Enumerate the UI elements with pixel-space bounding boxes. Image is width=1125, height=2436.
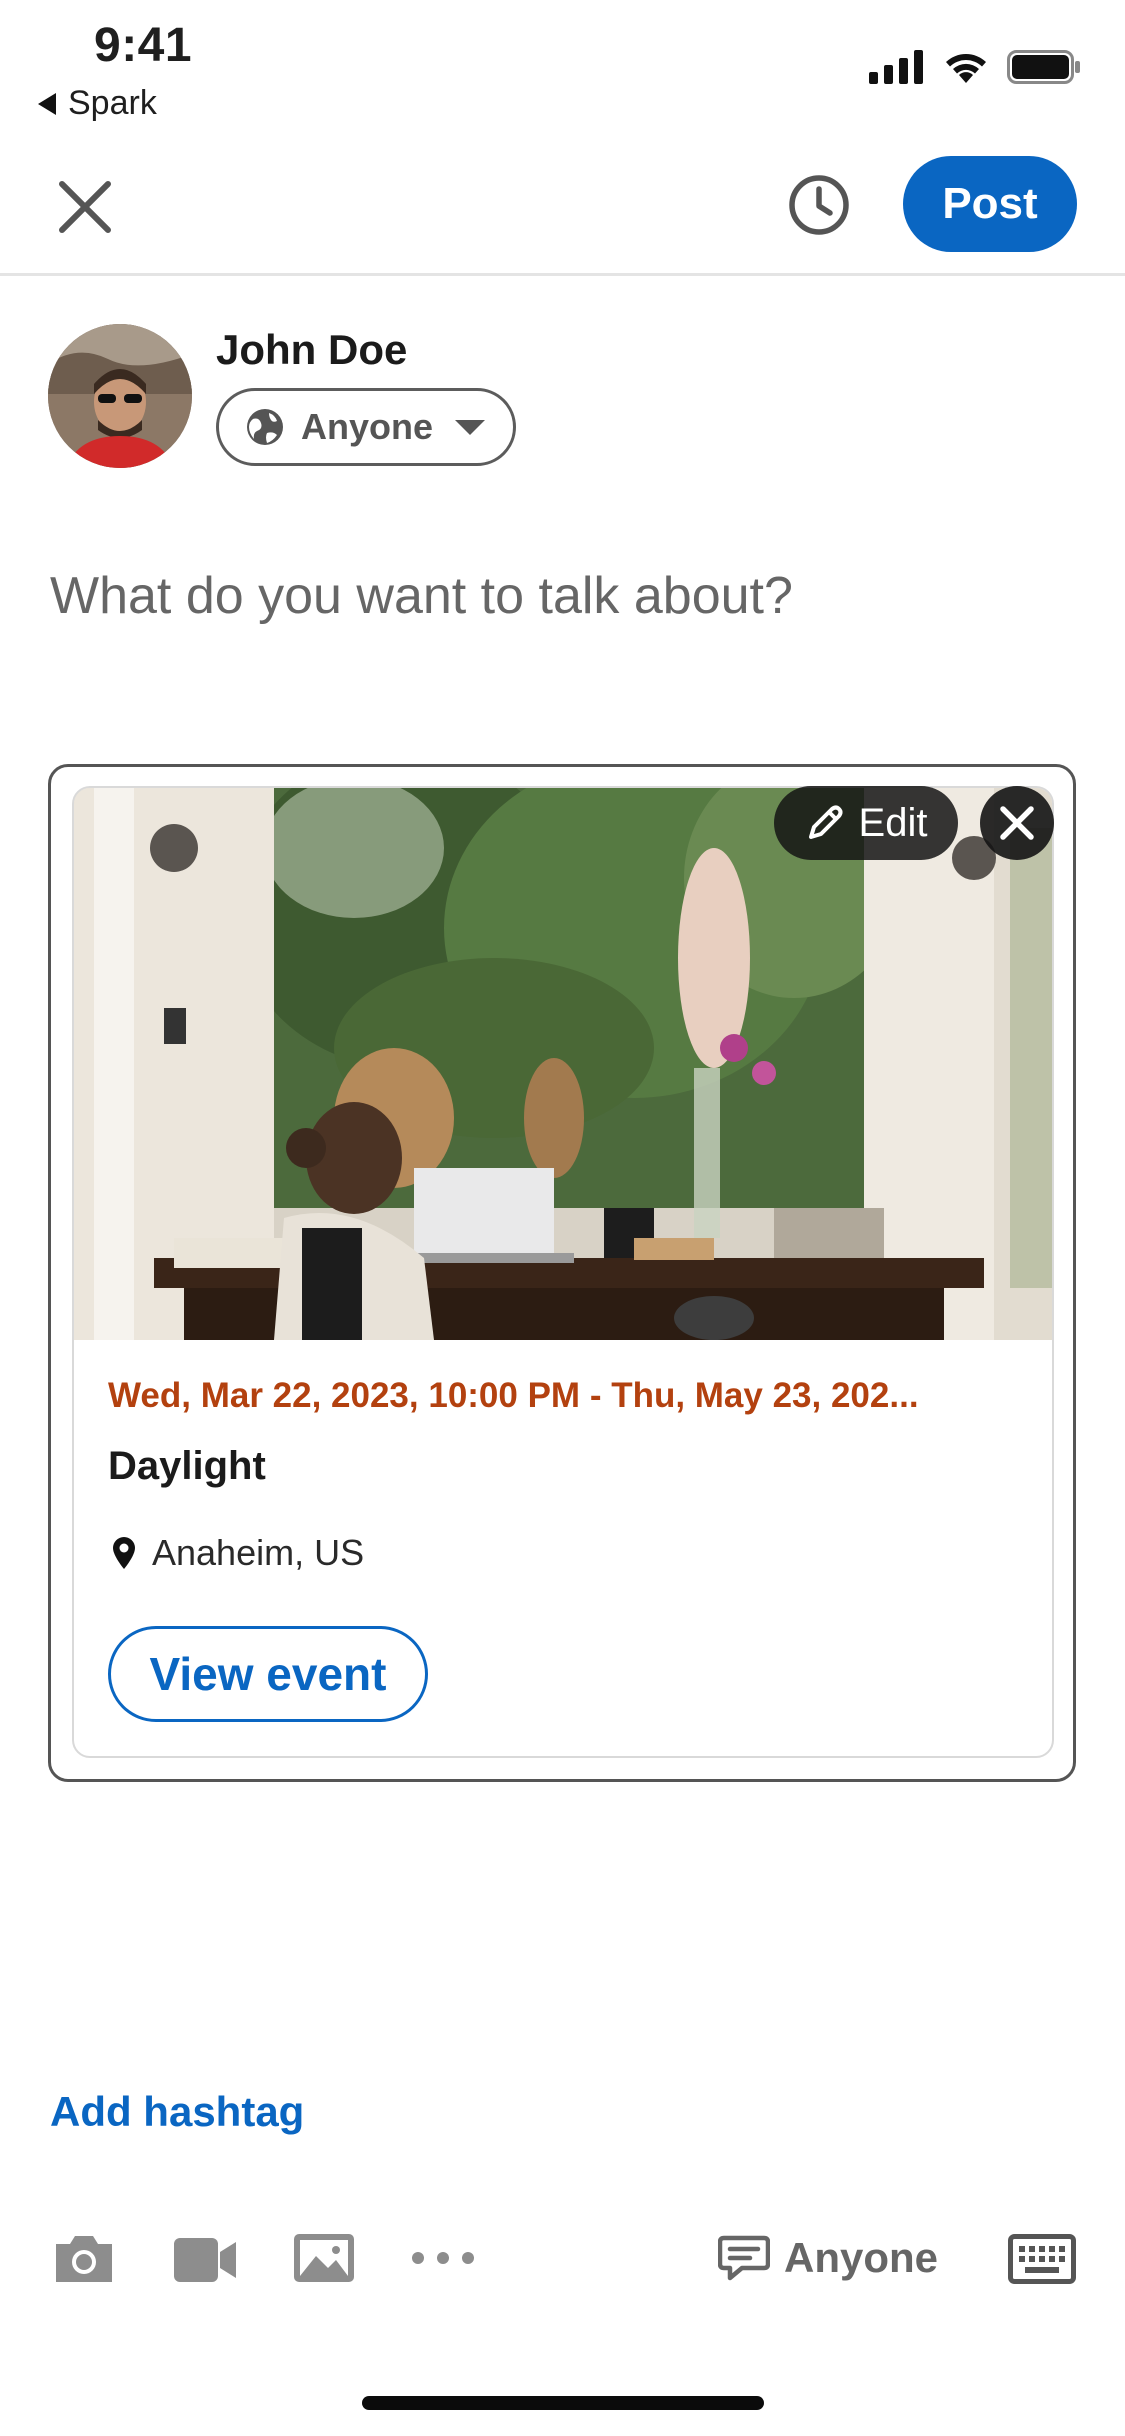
event-date-range: Wed, Mar 22, 2023, 10:00 PM - Thu, May 2… xyxy=(108,1376,919,1415)
back-triangle-icon xyxy=(38,92,56,115)
close-icon xyxy=(59,181,111,233)
close-icon xyxy=(1000,806,1034,840)
more-icon[interactable] xyxy=(410,2250,476,2266)
close-button[interactable] xyxy=(52,174,118,240)
audience-selector[interactable]: Anyone xyxy=(216,388,516,466)
back-app-label: Spark xyxy=(68,84,157,122)
share-post-screen: 9:41 Spark Post John Doe Anyone What do … xyxy=(0,0,1125,2436)
comment-icon xyxy=(718,2235,770,2281)
event-card[interactable] xyxy=(72,786,1054,1758)
status-time: 9:41 xyxy=(94,19,193,72)
chevron-down-icon xyxy=(455,419,486,435)
add-hashtag-link[interactable]: Add hashtag xyxy=(50,2088,304,2136)
comment-audience-button[interactable]: Anyone xyxy=(718,2234,938,2282)
event-location-label: Anaheim, US xyxy=(152,1532,365,1573)
post-button[interactable]: Post xyxy=(903,156,1077,252)
wifi-icon xyxy=(946,54,986,83)
view-event-button[interactable]: View event xyxy=(108,1626,428,1722)
author-name: John Doe xyxy=(216,326,408,373)
battery-icon xyxy=(1007,50,1080,84)
keyboard-icon xyxy=(1008,2234,1076,2284)
schedule-button[interactable] xyxy=(786,172,852,238)
clock-icon xyxy=(789,175,849,235)
remove-attachment-button[interactable] xyxy=(980,786,1054,860)
pencil-icon xyxy=(808,805,843,839)
composer-header: Post xyxy=(0,150,1125,276)
back-to-app-link[interactable]: Spark xyxy=(38,84,157,123)
post-text-input[interactable]: What do you want to talk about? xyxy=(50,566,793,626)
home-indicator[interactable] xyxy=(362,2396,764,2410)
globe-icon xyxy=(247,409,283,445)
location-pin-icon xyxy=(113,1537,135,1569)
edit-label: Edit xyxy=(858,800,928,845)
camera-icon[interactable] xyxy=(52,2230,116,2286)
avatar-photo xyxy=(48,324,192,468)
cellular-signal-icon xyxy=(869,50,923,84)
edit-event-button[interactable]: Edit xyxy=(774,786,958,860)
comment-audience-label: Anyone xyxy=(784,2234,939,2281)
video-icon[interactable] xyxy=(172,2230,238,2286)
avatar[interactable] xyxy=(48,324,192,468)
event-title: Daylight xyxy=(108,1444,266,1488)
keyboard-toggle-button[interactable] xyxy=(1008,2234,1076,2289)
event-cover-image xyxy=(74,788,1052,1340)
event-location: Anaheim, US xyxy=(112,1532,364,1574)
photo-icon[interactable] xyxy=(292,2230,356,2286)
audience-label: Anyone xyxy=(301,406,434,447)
status-icons xyxy=(869,50,1081,84)
